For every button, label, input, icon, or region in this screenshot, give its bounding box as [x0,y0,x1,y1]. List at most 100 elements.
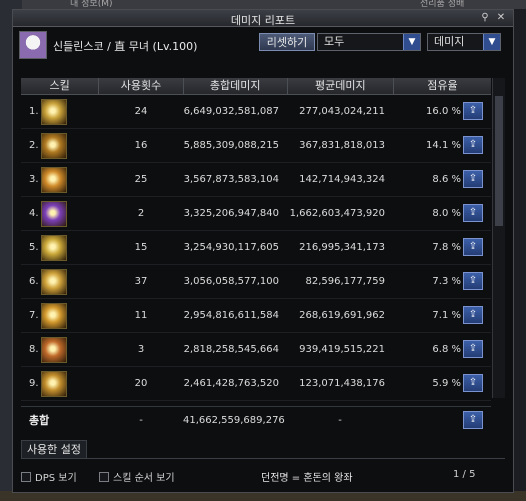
close-icon[interactable]: ✕ [495,12,507,24]
skill-cell: 9. [21,367,99,400]
skill-icon[interactable] [41,133,67,159]
table-row: 2. 16 5,885,309,088,215 367,831,818,013 … [21,129,491,163]
share-percent: 5.9 % [432,378,461,389]
skill-cell: 4. [21,197,99,230]
skill-icon[interactable] [41,371,67,397]
scrollbar[interactable] [492,78,505,398]
reset-button[interactable]: 리셋하기 [259,33,315,51]
rank-number: 9. [29,378,39,389]
share-icon[interactable]: ⇪ [463,238,483,256]
chevron-down-icon[interactable]: ▼ [483,34,500,50]
avg-damage-cell: 268,619,691,962 [299,310,385,321]
share-cell: 14.1 % ⇪ [393,129,491,162]
col-total[interactable]: 총합데미지 [184,78,288,94]
total-share-cell: ⇪ [393,407,491,433]
avg-damage-cell: 123,071,438,176 [299,378,385,389]
share-percent: 7.3 % [432,276,461,287]
share-icon[interactable]: ⇪ [463,306,483,324]
table-row: 5. 15 3,254,930,117,605 216,995,341,173 … [21,231,491,265]
avatar [19,31,47,59]
dungeon-name: 던전명 = 혼돈의 왕좌 [261,473,353,484]
titlebar[interactable]: 데미지 리포트 ⚲ ✕ [13,10,513,27]
total-damage: 41,662,559,689,276 [183,414,285,426]
dps-checkbox[interactable] [21,471,31,482]
share-percent: 8.0 % [432,208,461,219]
type-filter-value: 데미지 [434,35,465,48]
uses-cell: 15 [134,242,148,253]
skill-icon[interactable] [41,167,67,193]
share-icon[interactable]: ⇪ [463,374,483,392]
share-cell: 7.1 % ⇪ [393,299,491,332]
col-uses[interactable]: 사용횟수 [99,78,184,94]
skill-order-toggle[interactable]: 스킬 순서 보기 [99,469,175,484]
share-cell: 7.3 % ⇪ [393,265,491,298]
col-skill[interactable]: 스킬 [21,78,100,94]
skill-cell: 7. [21,299,99,332]
chevron-down-icon[interactable]: ▼ [403,34,420,50]
rank-number: 6. [29,276,39,287]
rank-number: 3. [29,174,39,185]
total-damage-cell: 6,649,032,581,087 [183,106,279,117]
table-body: 1. 24 6,649,032,581,087 277,043,024,211 … [21,95,491,401]
skill-cell: 2. [21,129,99,162]
type-filter-select[interactable]: 데미지 ▼ [427,33,501,51]
report-header: 신들린스코 / 直 무녀 (Lv.100) 리셋하기 모두 ▼ 데미지 ▼ [19,30,507,60]
scrollbar-thumb[interactable] [495,96,503,226]
share-icon[interactable]: ⇪ [463,340,483,358]
table-header: 스킬 사용횟수 총합데미지 평균데미지 점유율 [21,78,491,95]
skill-icon[interactable] [41,303,67,329]
skill-icon[interactable] [41,337,67,363]
total-damage-cell: 3,325,206,947,840 [183,208,279,219]
damage-report-window: 데미지 리포트 ⚲ ✕ 신들린스코 / 直 무녀 (Lv.100) 리셋하기 모… [12,9,514,493]
share-icon[interactable]: ⇪ [463,136,483,154]
total-uses: - [139,414,143,426]
uses-cell: 20 [134,378,148,389]
table-row: 4. 2 3,325,206,947,840 1,662,603,473,920… [21,197,491,231]
skill-icon[interactable] [41,99,67,125]
share-percent: 7.8 % [432,242,461,253]
skill-order-label: 스킬 순서 보기 [113,473,175,484]
total-damage-cell: 3,567,873,583,104 [183,174,279,185]
col-share[interactable]: 점유율 [394,78,491,94]
skill-icon[interactable] [41,269,67,295]
share-icon[interactable]: ⇪ [463,204,483,222]
avg-damage-cell: 277,043,024,211 [299,106,385,117]
share-cell: 5.9 % ⇪ [393,367,491,400]
uses-cell: 25 [134,174,148,185]
avg-damage-cell: 367,831,818,013 [299,140,385,151]
uses-cell: 11 [134,310,148,321]
dps-toggle[interactable]: DPS 보기 [21,469,77,484]
total-avg: - [338,414,342,426]
avg-damage-cell: 1,662,603,473,920 [289,208,385,219]
skill-icon[interactable] [41,235,67,261]
col-avg[interactable]: 평균데미지 [288,78,394,94]
tab-used-settings[interactable]: 사용한 설정 [21,440,87,459]
skill-cell: 1. [21,95,99,128]
skill-order-checkbox[interactable] [99,471,109,482]
share-percent: 6.8 % [432,344,461,355]
share-percent: 16.0 % [426,106,461,117]
pin-icon[interactable]: ⚲ [479,12,491,24]
share-percent: 14.1 % [426,140,461,151]
share-cell: 8.6 % ⇪ [393,163,491,196]
total-row: 총합 - 41,662,559,689,276 - ⇪ [21,406,491,433]
share-icon[interactable]: ⇪ [463,272,483,290]
character-name: 신들린스코 / 直 무녀 (Lv.100) [53,40,198,53]
uses-cell: 3 [137,344,145,355]
skill-cell: 8. [21,333,99,366]
uses-cell: 37 [134,276,148,287]
share-cell: 16.0 % ⇪ [393,95,491,128]
rank-number: 8. [29,344,39,355]
total-damage-cell: 5,885,309,088,215 [183,140,279,151]
target-filter-select[interactable]: 모두 ▼ [317,33,421,51]
rank-number: 7. [29,310,39,321]
total-label: 총합 [29,414,50,427]
share-icon[interactable]: ⇪ [463,102,483,120]
skill-icon[interactable] [41,201,67,227]
share-percent: 8.6 % [432,174,461,185]
share-icon[interactable]: ⇪ [463,170,483,188]
share-icon[interactable]: ⇪ [463,411,483,429]
table-row: 6. 37 3,056,058,577,100 82,596,177,759 7… [21,265,491,299]
total-damage-cell: 2,461,428,763,520 [183,378,279,389]
rank-number: 1. [29,106,39,117]
